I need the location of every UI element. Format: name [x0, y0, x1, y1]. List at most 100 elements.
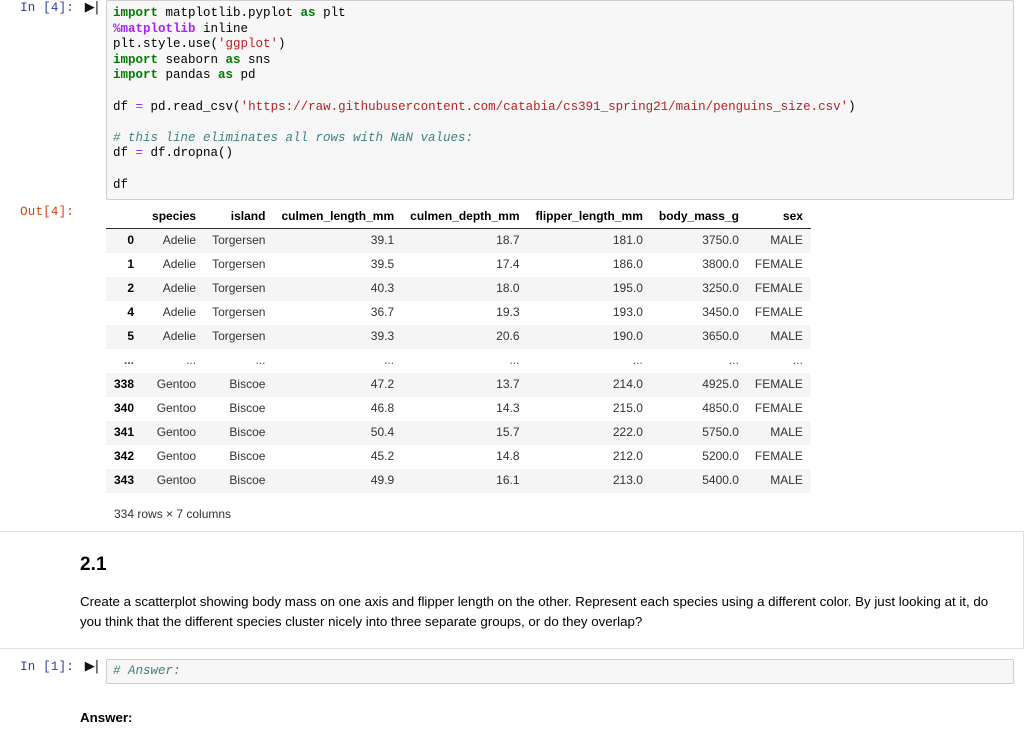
dataframe-cell: 18.7 [496, 233, 520, 248]
dataframe-cell: 17.4 [496, 257, 520, 272]
dataframe-cell: 5400.0 [702, 473, 739, 488]
dataframe-cell: MALE [770, 425, 803, 440]
table-row: 4 Adelie Torgersen 36.7 19.3 193.0 3450.0 FEMAL… [106, 300, 811, 325]
output-cell-out-4: Out[4]: species island culmen_length_mm cul… [0, 200, 1024, 521]
code-cell-in-1[interactable]: In [1]: ▶| # Answer: [0, 658, 1024, 685]
table-row: 2 Adelie Torgersen 40.3 18.0 195.0 3250.0 FEMAL… [106, 276, 811, 301]
dataframe-cell: 5200.0 [702, 449, 739, 464]
run-cell-icon[interactable]: ▶| [85, 659, 99, 674]
dataframe-cell: 50.4 [370, 425, 395, 440]
code-text: inline [195, 21, 249, 36]
dataframe-cell: 45.2 [370, 449, 395, 464]
code-text: df [113, 146, 136, 161]
dataframe-cell: 19.3 [496, 305, 520, 320]
cell-spacer [0, 521, 1024, 531]
code-keyword-import-2: import [113, 52, 159, 67]
markdown-heading-2-1: 2.1 [80, 553, 107, 575]
dataframe-row-index: ... [124, 353, 135, 368]
dataframe-cell: Gentoo [156, 425, 197, 440]
code-editor-1[interactable]: import matplotlib.pyplot as plt %matplot… [106, 0, 1014, 201]
dataframe-cell: 16.1 [496, 473, 520, 488]
code-comment-answer: # Answer: [113, 663, 181, 678]
table-row: 341 Gentoo Biscoe 50.4 15.7 222.0 5750.0 MALE [106, 420, 811, 445]
dataframe-cell: Torgersen [212, 257, 266, 272]
dataframe-column-header: culmen_length_mm [273, 204, 403, 229]
code-text: pd [233, 68, 256, 83]
dataframe-cell: 3750.0 [702, 233, 739, 248]
run-cell-icon[interactable]: ▶| [85, 1, 99, 15]
run-cell-button-2[interactable]: ▶| [78, 659, 106, 674]
dataframe-cell: 36.7 [370, 305, 395, 320]
code-operator-assign-1: = [135, 99, 144, 114]
output-gutter [78, 204, 106, 205]
code-editor-2[interactable]: # Answer: [106, 658, 1014, 685]
dataframe-head: species island culmen_length_mm culmen_dept… [106, 204, 811, 229]
dataframe-output: species island culmen_length_mm culmen_dept… [106, 204, 811, 521]
dataframe-cell: 13.7 [496, 377, 520, 392]
dataframe-cell: Biscoe [229, 401, 266, 416]
dataframe-column-header: body_mass_g [650, 204, 747, 229]
dataframe-cell: MALE [770, 473, 803, 488]
dataframe-cell: Biscoe [229, 377, 266, 392]
dataframe-cell: 15.7 [496, 425, 520, 440]
code-keyword-import-3: import [113, 68, 159, 83]
markdown-cell-2-1[interactable]: 2.1 Create a scatterplot showing body ma… [0, 530, 1024, 649]
dataframe-cell: Biscoe [229, 425, 266, 440]
dataframe-row-index: 2 [127, 281, 135, 296]
code-keyword-as-2: as [225, 52, 241, 67]
dataframe-row-index: 342 [114, 449, 135, 464]
dataframe-column-header: culmen_depth_mm [402, 204, 528, 229]
dataframe-row-index: 343 [114, 473, 135, 488]
dataframe-row-index: 338 [114, 377, 135, 392]
dataframe-column-header: flipper_length_mm [527, 204, 651, 229]
dataframe-row-index: 5 [127, 329, 135, 344]
dataframe-cell: Biscoe [229, 449, 266, 464]
dataframe-cell: 39.1 [370, 233, 395, 248]
dataframe-cell: ... [255, 353, 266, 368]
dataframe-cell: 3650.0 [702, 329, 739, 344]
dataframe-cell: Gentoo [156, 473, 197, 488]
dataframe-cell: FEMALE [754, 257, 803, 272]
dataframe-row-index: 4 [127, 305, 135, 320]
dataframe-cell: Torgersen [212, 329, 266, 344]
dataframe-cell: Adelie [162, 305, 197, 320]
markdown-paragraph-question: Create a scatterplot showing body mass o… [80, 593, 989, 629]
code-keyword-as-1: as [300, 6, 316, 20]
code-keyword-as-3: as [218, 68, 234, 83]
dataframe-cell: 4925.0 [702, 377, 739, 392]
dataframe-cell: Adelie [162, 257, 197, 272]
table-row: 0 Adelie Torgersen 39.1 18.7 181.0 3750.0 MALE [106, 228, 811, 253]
dataframe-cell: ... [384, 353, 395, 368]
table-row: 338 Gentoo Biscoe 47.2 13.7 214.0 4925.0 FEMALE [106, 372, 811, 397]
dataframe-cell: Biscoe [229, 473, 266, 488]
dataframe-cell: FEMALE [754, 401, 803, 416]
dataframe-cell: 47.2 [370, 377, 395, 392]
code-text: seaborn [158, 52, 226, 67]
notebook-container: In [4]: ▶| import matplotlib.pyplot as p… [0, 0, 1024, 725]
dataframe-cell: 4850.0 [702, 401, 739, 416]
dataframe-cell: MALE [770, 233, 803, 248]
code-cell-in-4[interactable]: In [4]: ▶| import matplotlib.pyplot as p… [0, 0, 1024, 201]
code-text: pd.read_csv( [143, 99, 241, 114]
dataframe-cell: 14.3 [496, 401, 520, 416]
code-comment-dropna: # this line eliminates all rows with NaN… [113, 130, 474, 145]
dataframe-column-header: island [204, 204, 274, 229]
dataframe-shape-label: 334 rows × 7 columns [114, 506, 232, 521]
code-keyword-import-1: import [113, 6, 159, 20]
code-text: plt [315, 6, 346, 20]
dataframe-header-row: species island culmen_length_mm culmen_dept… [106, 204, 811, 229]
prompt-in-1: In [1]: [20, 659, 74, 674]
cell-spacer [0, 649, 1024, 659]
dataframe-cell: 213.0 [612, 473, 643, 488]
dataframe-cell: 195.0 [612, 281, 643, 296]
code-text: plt.style.use( [113, 37, 219, 52]
run-cell-button-1[interactable]: ▶| [78, 0, 106, 15]
dataframe-cell: 186.0 [612, 257, 643, 272]
dataframe-cell: 40.3 [370, 281, 395, 296]
dataframe-row-index: 340 [114, 401, 135, 416]
dataframe-cell: 5750.0 [702, 425, 739, 440]
dataframe-cell: FEMALE [754, 377, 803, 392]
dataframe-cell: 14.8 [496, 449, 520, 464]
